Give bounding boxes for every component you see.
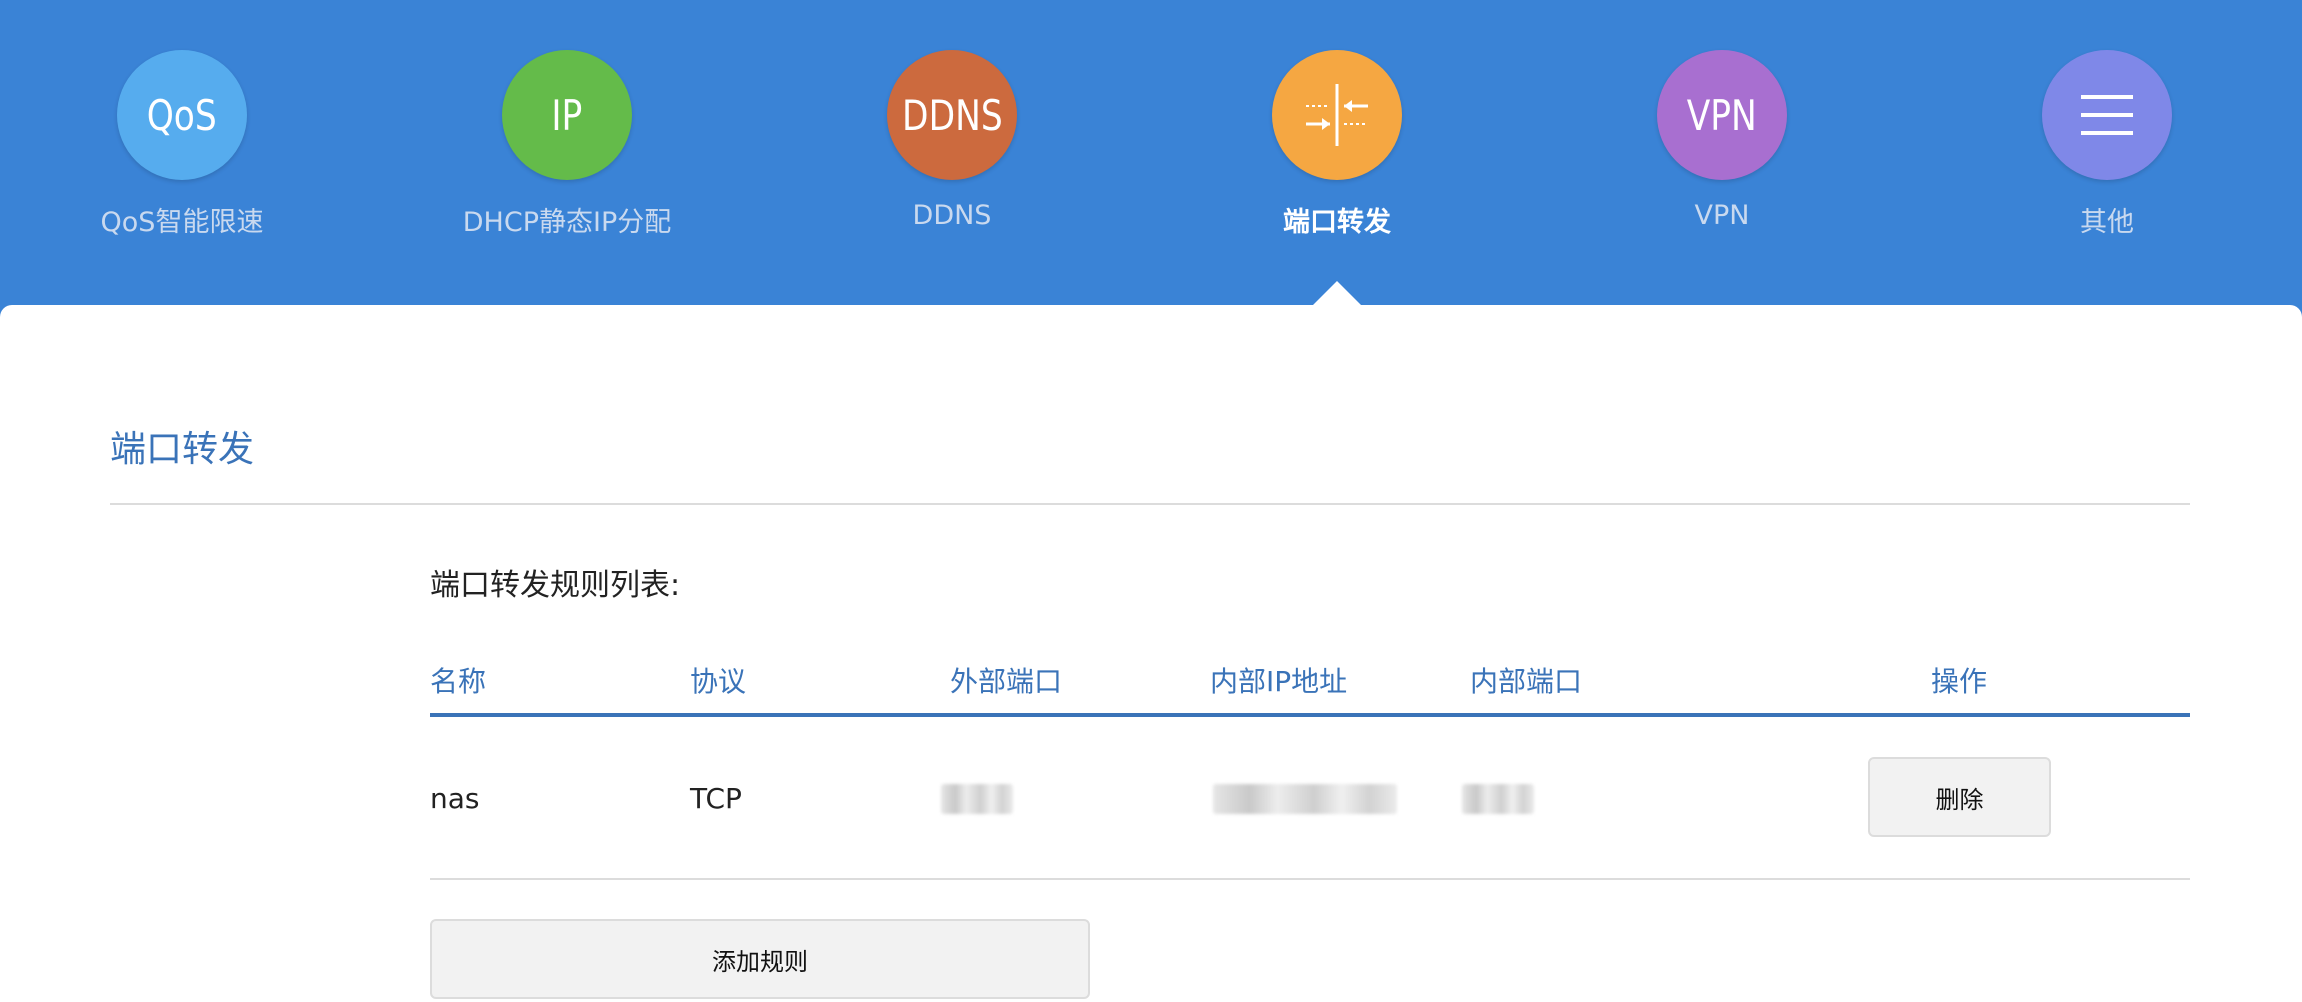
active-tab-pointer bbox=[1313, 281, 1361, 305]
column-header-external-port: 外部端口 bbox=[950, 665, 1063, 698]
nav-item-dhcp-static-ip[interactable]: IP DHCP静态IP分配 bbox=[417, 50, 717, 239]
table-header-divider bbox=[430, 713, 2190, 717]
rule-name: nas bbox=[430, 782, 480, 815]
delete-rule-button[interactable]: 删除 bbox=[1868, 757, 2051, 837]
title-divider bbox=[110, 503, 2190, 505]
nav-item-other[interactable]: 其他 bbox=[1957, 50, 2257, 239]
content-panel: 端口转发 端口转发规则列表: 名称 协议 外部端口 内部IP地址 内部端口 操作… bbox=[0, 305, 2302, 1002]
ddns-icon: DDNS bbox=[887, 50, 1017, 180]
column-header-internal-port: 内部端口 bbox=[1470, 665, 1583, 698]
column-header-protocol: 协议 bbox=[690, 665, 747, 698]
nav-item-ddns[interactable]: DDNS DDNS bbox=[802, 50, 1102, 231]
nav-label-ddns: DDNS bbox=[912, 200, 992, 231]
nav-item-qos[interactable]: QoS QoS智能限速 bbox=[32, 50, 332, 239]
top-navigation: QoS QoS智能限速 IP DHCP静态IP分配 DDNS DDNS 端口转发… bbox=[0, 0, 2302, 305]
nav-label-dhcp-static-ip: DHCP静态IP分配 bbox=[462, 207, 672, 238]
column-header-actions: 操作 bbox=[1931, 665, 1988, 698]
nav-item-port-forwarding[interactable]: 端口转发 bbox=[1187, 50, 1487, 239]
rule-protocol: TCP bbox=[690, 782, 742, 815]
hamburger-glyph bbox=[2081, 95, 2133, 135]
add-rule-button[interactable]: 添加规则 bbox=[430, 919, 1090, 999]
qos-icon: QoS bbox=[117, 50, 247, 180]
internal-ip-redacted bbox=[1213, 784, 1397, 814]
page-title: 端口转发 bbox=[110, 429, 255, 470]
rules-list-label: 端口转发规则列表: bbox=[430, 568, 681, 603]
nav-label-other: 其他 bbox=[2080, 207, 2134, 238]
nav-label-qos: QoS智能限速 bbox=[100, 207, 264, 238]
column-header-internal-ip: 内部IP地址 bbox=[1210, 665, 1348, 698]
nav-label-vpn: VPN bbox=[1694, 200, 1750, 231]
ip-icon: IP bbox=[502, 50, 632, 180]
port-forward-icon bbox=[1272, 50, 1402, 180]
nav-label-port-forwarding: 端口转发 bbox=[1283, 207, 1391, 238]
internal-port-redacted bbox=[1462, 784, 1534, 814]
external-port-redacted bbox=[941, 784, 1013, 814]
column-header-name: 名称 bbox=[430, 665, 487, 698]
nav-item-vpn[interactable]: VPN VPN bbox=[1572, 50, 1872, 231]
table-row-divider bbox=[430, 878, 2190, 880]
port-forward-glyph bbox=[1306, 84, 1368, 146]
menu-icon bbox=[2042, 50, 2172, 180]
vpn-icon: VPN bbox=[1657, 50, 1787, 180]
